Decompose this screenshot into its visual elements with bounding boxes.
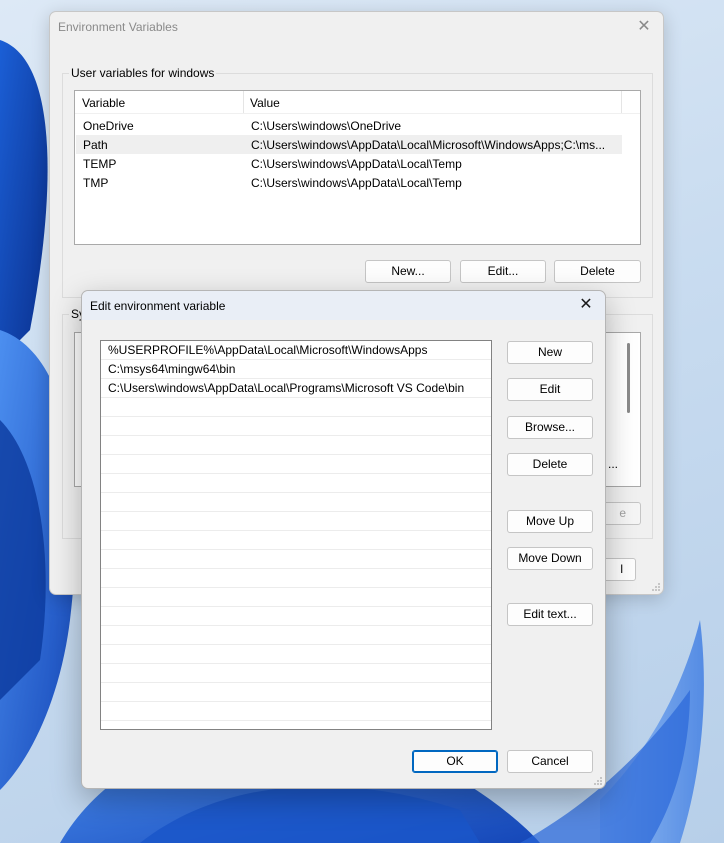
empty-list-item[interactable] (101, 645, 491, 664)
empty-list-item[interactable] (101, 702, 491, 721)
system-row-tail-text: ... (607, 457, 618, 471)
move-up-button[interactable]: Move Up (507, 510, 593, 533)
browse-button[interactable]: Browse... (507, 416, 593, 439)
edit-environment-variable-dialog: Edit environment variable ✕ %USERPROFILE… (81, 290, 606, 789)
column-divider[interactable] (621, 91, 622, 113)
empty-list-item[interactable] (101, 531, 491, 550)
empty-list-item[interactable] (101, 683, 491, 702)
variable-name: OneDrive (83, 119, 134, 133)
empty-list-item[interactable] (101, 550, 491, 569)
delete-button[interactable]: Delete (507, 453, 593, 476)
user-variables-list[interactable]: Variable Value OneDrive C:\Users\windows… (74, 90, 641, 245)
list-header: Variable Value (75, 91, 640, 114)
path-entries-list[interactable]: %USERPROFILE%\AppData\Local\Microsoft\Wi… (100, 340, 492, 730)
empty-list-item[interactable] (101, 721, 491, 729)
window-title: Environment Variables (58, 20, 178, 34)
variable-value: C:\Users\windows\AppData\Local\Microsoft… (251, 138, 606, 152)
empty-list-item[interactable] (101, 398, 491, 417)
variable-name: TMP (83, 176, 109, 190)
ok-button[interactable]: OK (412, 750, 498, 773)
empty-list-item[interactable] (101, 417, 491, 436)
user-new-button[interactable]: New... (365, 260, 451, 283)
edit-button[interactable]: Edit (507, 378, 593, 401)
empty-list-item[interactable] (101, 626, 491, 645)
variable-name: TEMP (83, 157, 117, 171)
list-item[interactable]: %USERPROFILE%\AppData\Local\Microsoft\Wi… (101, 341, 491, 360)
list-item[interactable]: OneDrive C:\Users\windows\OneDrive (76, 116, 622, 135)
dialog-title: Edit environment variable (90, 299, 226, 313)
empty-list-item[interactable] (101, 455, 491, 474)
variable-name: Path (83, 138, 108, 152)
list-item[interactable]: C:\Users\windows\AppData\Local\Programs\… (101, 379, 491, 398)
title-bar: Edit environment variable ✕ (82, 291, 605, 320)
list-item[interactable]: C:\msys64\mingw64\bin (101, 360, 491, 379)
scrollbar-thumb[interactable] (627, 343, 630, 413)
empty-list-item[interactable] (101, 474, 491, 493)
user-edit-button[interactable]: Edit... (460, 260, 546, 283)
empty-list-item[interactable] (101, 512, 491, 531)
variable-value: C:\Users\windows\OneDrive (251, 119, 402, 133)
column-header-variable[interactable]: Variable (82, 96, 125, 110)
resize-grip-icon[interactable] (594, 777, 602, 785)
variable-value: C:\Users\windows\AppData\Local\Temp (251, 176, 462, 190)
empty-list-item[interactable] (101, 664, 491, 683)
user-delete-button[interactable]: Delete (554, 260, 641, 283)
move-down-button[interactable]: Move Down (507, 547, 593, 570)
close-icon[interactable]: ✕ (631, 16, 657, 38)
empty-list-item[interactable] (101, 436, 491, 455)
resize-grip-icon[interactable] (652, 583, 660, 591)
empty-list-item[interactable] (101, 569, 491, 588)
close-icon[interactable]: ✕ (573, 294, 599, 316)
edit-text-button[interactable]: Edit text... (507, 603, 593, 626)
variable-value: C:\Users\windows\AppData\Local\Temp (251, 157, 462, 171)
empty-list-item[interactable] (101, 493, 491, 512)
list-item-selected[interactable]: Path C:\Users\windows\AppData\Local\Micr… (76, 135, 622, 154)
list-item[interactable]: TMP C:\Users\windows\AppData\Local\Temp (76, 173, 622, 192)
user-variables-group-label: User variables for windows (69, 66, 217, 80)
new-button[interactable]: New (507, 341, 593, 364)
column-header-value[interactable]: Value (250, 96, 280, 110)
empty-list-item[interactable] (101, 588, 491, 607)
column-divider[interactable] (243, 91, 244, 113)
list-item[interactable]: TEMP C:\Users\windows\AppData\Local\Temp (76, 154, 622, 173)
empty-list-item[interactable] (101, 607, 491, 626)
cancel-button[interactable]: Cancel (507, 750, 593, 773)
